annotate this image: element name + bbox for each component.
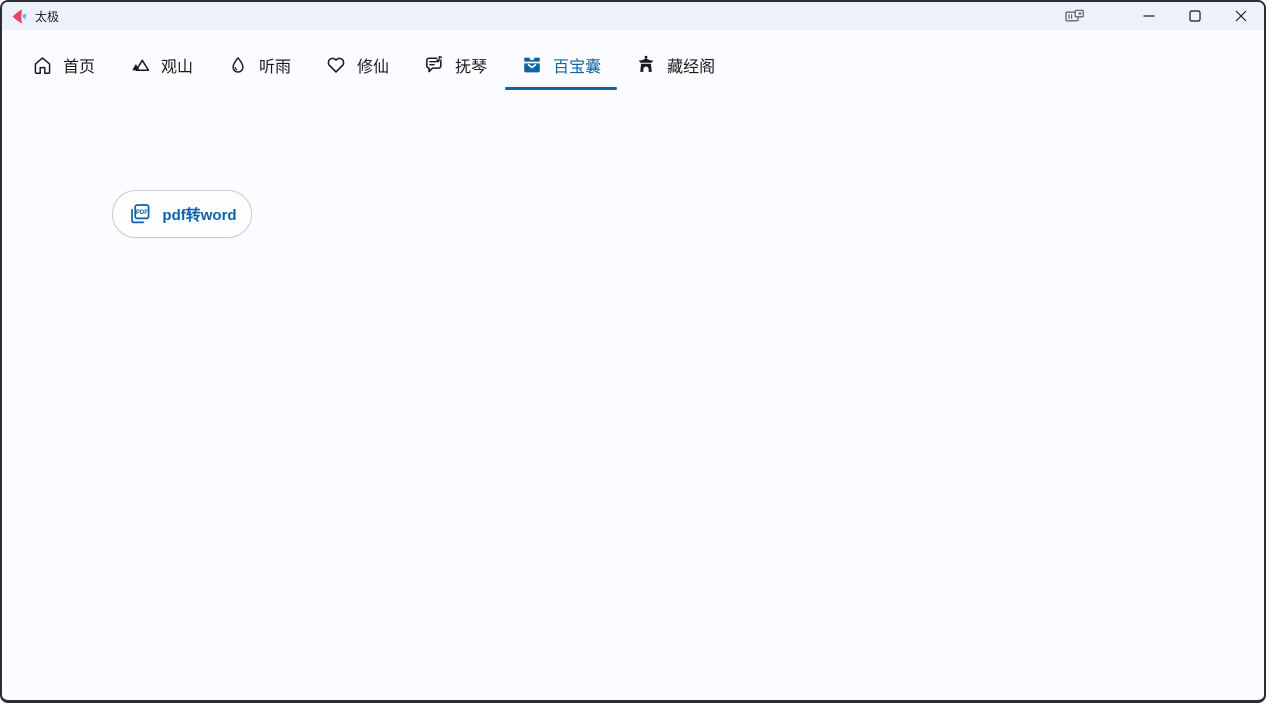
tab-label: 首页 [63, 53, 95, 77]
app-window: 太极 [0, 0, 1266, 703]
pdf-document-icon: PDF [127, 201, 153, 227]
device-card-icon [1064, 8, 1086, 24]
tab-guanshan[interactable]: 观山 [112, 40, 210, 90]
tab-label: 抚琴 [455, 53, 487, 77]
tab-label: 藏经阁 [667, 53, 715, 77]
tab-label: 观山 [161, 53, 193, 77]
nav-bar: 首页 观山 听雨 [2, 30, 1264, 92]
tab-tingyu[interactable]: 听雨 [210, 40, 308, 90]
close-icon [1235, 10, 1247, 22]
pdf-to-word-button[interactable]: PDF pdf转word [112, 190, 252, 238]
inbox-icon [521, 54, 543, 76]
chat-music-icon [423, 54, 445, 76]
tab-selected-indicator [505, 87, 617, 90]
pavilion-icon [635, 54, 657, 76]
page-baibaonang-content: PDF pdf转word [2, 92, 1264, 700]
taiji-logo-icon [11, 8, 28, 25]
tab-cangjingge[interactable]: 藏经阁 [618, 40, 732, 90]
home-icon [31, 54, 53, 76]
tab-home[interactable]: 首页 [14, 40, 112, 90]
tab-fuqin[interactable]: 抚琴 [406, 40, 504, 90]
maximize-icon [1189, 10, 1201, 22]
window-title: 太极 [35, 8, 59, 25]
titlebar: 太极 [2, 2, 1264, 30]
heart-icon [325, 54, 347, 76]
tab-label: 百宝囊 [553, 53, 601, 77]
maximize-button[interactable] [1172, 2, 1218, 30]
raindrop-icon [227, 54, 249, 76]
mountains-icon [129, 54, 151, 76]
tab-label: 听雨 [259, 53, 291, 77]
tab-baibaonang[interactable]: 百宝囊 [504, 40, 618, 90]
close-button[interactable] [1218, 2, 1264, 30]
tab-xiuxian[interactable]: 修仙 [308, 40, 406, 90]
pdf-button-label: pdf转word [162, 204, 236, 225]
minimize-button[interactable] [1126, 2, 1172, 30]
minimize-icon [1143, 10, 1155, 22]
tab-label: 修仙 [357, 53, 389, 77]
svg-text:PDF: PDF [136, 210, 148, 216]
